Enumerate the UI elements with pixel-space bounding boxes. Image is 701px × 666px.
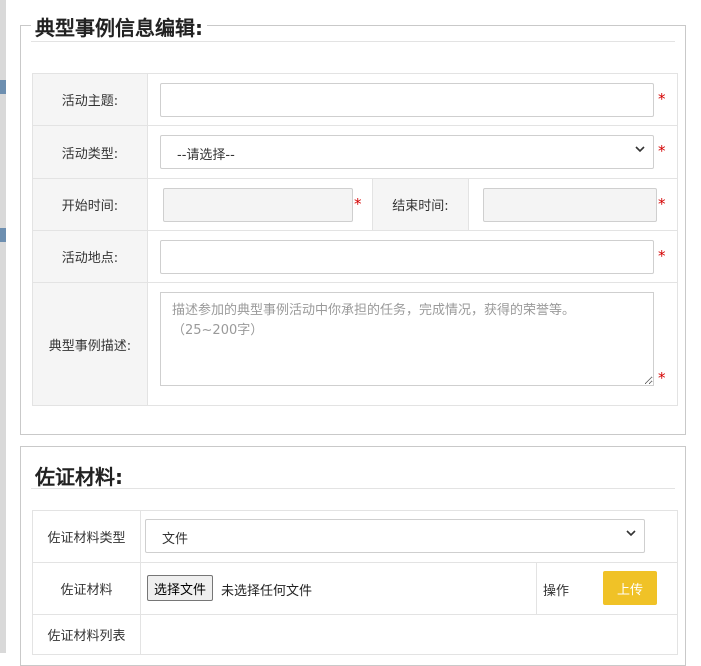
required-mark: * [658,195,666,213]
file-status-text: 未选择任何文件 [221,584,313,599]
type-label: 活动类型: [32,125,148,179]
start-time-label: 开始时间: [32,178,148,231]
material-type-cell: 文件 [139,510,679,563]
operation-cell: 操作 上传 [535,562,679,615]
left-scroll-strip [0,0,6,653]
upload-button[interactable]: 上传 [603,571,657,605]
section-title: 典型事例信息编辑: [31,12,207,41]
location-label: 活动地点: [32,230,148,283]
theme-cell: * [146,73,679,126]
case-info-form: 活动主题: * 活动类型: --请选择-- * 开始时间: * 结束时间: * … [32,73,679,406]
material-type-value: 文件 [162,532,189,547]
material-list-label: 佐证材料列表 [32,614,141,655]
theme-label: 活动主题: [32,73,148,126]
required-mark: * [354,195,362,213]
end-time-input[interactable] [483,188,657,222]
evidence-form: 佐证材料类型 文件 佐证材料 选择文件 未选择任何文件 操作 上传 佐证材料列表 [32,510,679,655]
material-label: 佐证材料 [32,562,141,615]
description-label: 典型事例描述: [32,282,148,406]
operation-label: 操作 [543,584,570,599]
strip-mark [0,228,6,242]
section-title: 佐证材料: [31,461,127,490]
required-mark: * [658,247,666,265]
location-input[interactable] [160,240,654,274]
file-cell: 选择文件 未选择任何文件 [140,562,537,615]
start-time-cell: * [147,178,373,231]
evidence-section: 佐证材料: 佐证材料类型 文件 佐证材料 选择文件 未选择任何文件 操作 上传 … [20,446,686,666]
description-textarea[interactable] [160,292,654,386]
required-mark: * [658,142,666,160]
required-mark: * [658,369,666,387]
start-time-input[interactable] [163,188,353,222]
type-select[interactable]: --请选择-- [160,135,654,169]
strip-mark [0,80,6,94]
type-cell: --请选择-- * [146,125,679,179]
case-info-section: 典型事例信息编辑: 活动主题: * 活动类型: --请选择-- * 开始时间: … [20,12,686,435]
material-type-select[interactable]: 文件 [145,519,645,553]
material-type-label: 佐证材料类型 [32,510,141,563]
chevron-down-icon [626,530,636,537]
title-rule [31,488,675,489]
title-rule [31,41,675,42]
location-cell: * [146,230,679,283]
end-time-cell: * [467,178,679,231]
description-cell: * [146,282,679,406]
required-mark: * [658,90,666,108]
chevron-down-icon [635,146,645,153]
end-time-label: 结束时间: [372,178,469,231]
type-selected-value: --请选择-- [177,148,235,163]
material-list-cell [139,614,679,655]
choose-file-button[interactable]: 选择文件 [147,575,214,601]
theme-input[interactable] [160,83,654,117]
